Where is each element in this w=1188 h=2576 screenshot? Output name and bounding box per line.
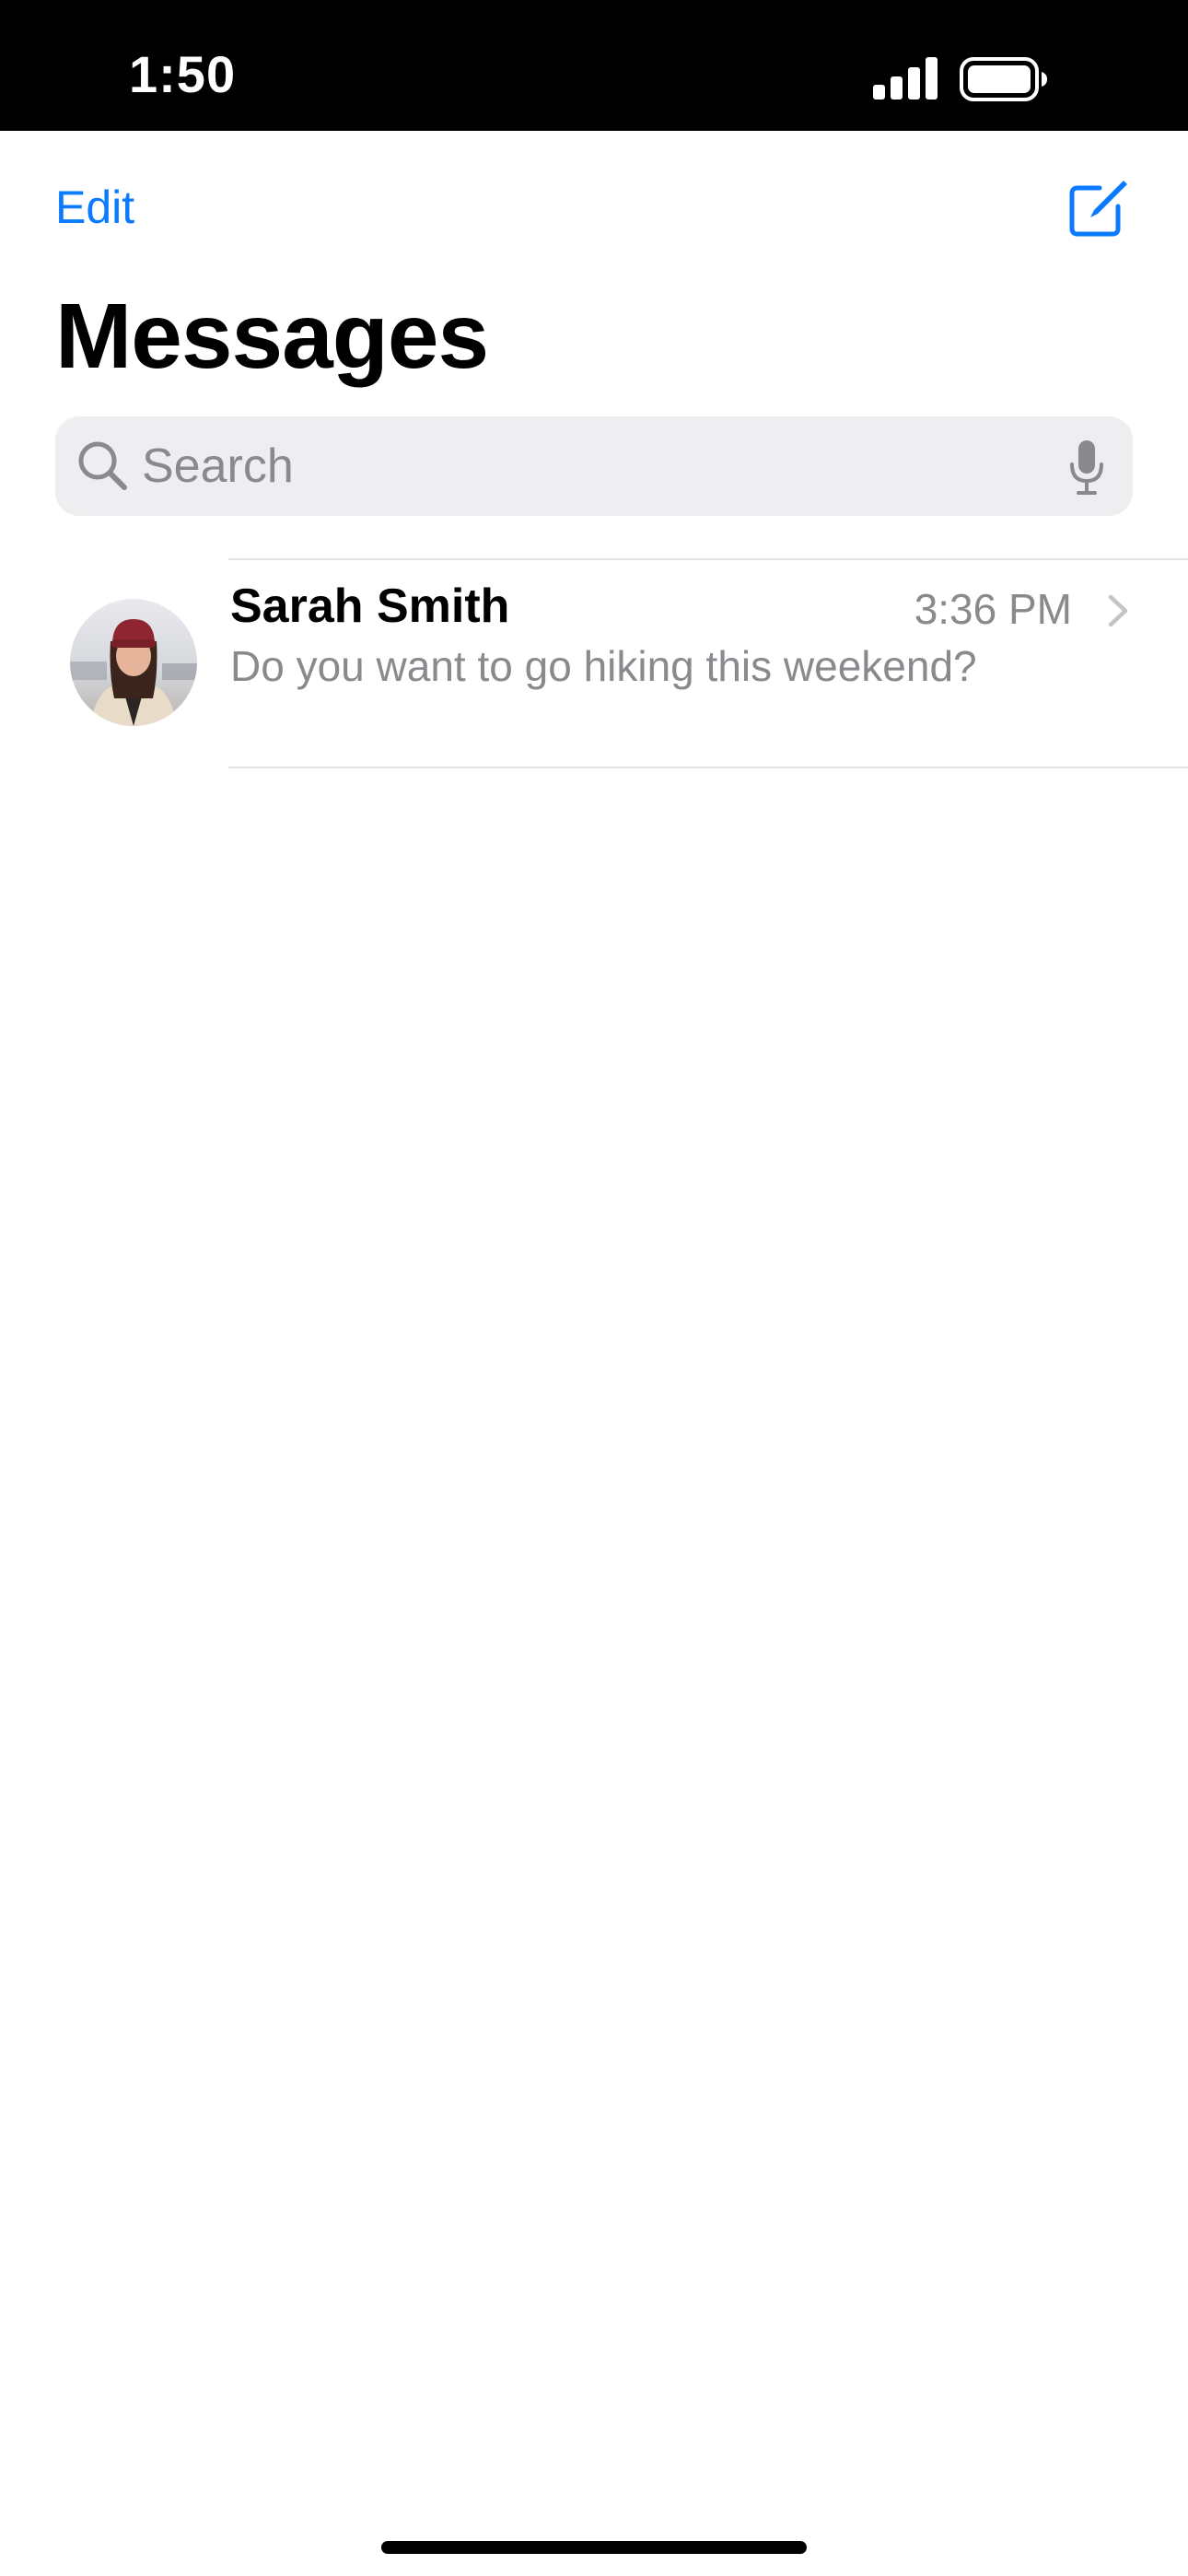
cellular-signal-icon [873,57,938,100]
contact-name: Sarah Smith [230,580,510,633]
page-title: Messages [55,285,489,388]
compose-icon [1069,181,1127,237]
status-bar: 1:50 [0,0,1188,131]
avatar [70,599,197,726]
magnifying-glass-icon [78,441,127,490]
conversation-row[interactable]: Sarah Smith 3:36 PM Do you want to go hi… [0,560,1188,768]
message-preview: Do you want to go hiking this weekend? [230,642,977,690]
microphone-icon[interactable] [1068,439,1105,496]
status-time: 1:50 [129,45,237,103]
edit-button[interactable]: Edit [55,181,134,234]
search-input[interactable] [142,433,971,499]
contact-photo [70,599,197,726]
chevron-right-icon [1108,594,1128,627]
message-timestamp: 3:36 PM [914,585,1072,633]
search-bar[interactable] [55,416,1133,516]
home-indicator[interactable] [381,2541,807,2554]
compose-button[interactable] [1066,175,1131,240]
battery-full-icon [960,57,1047,101]
list-divider-bottom [228,767,1188,768]
